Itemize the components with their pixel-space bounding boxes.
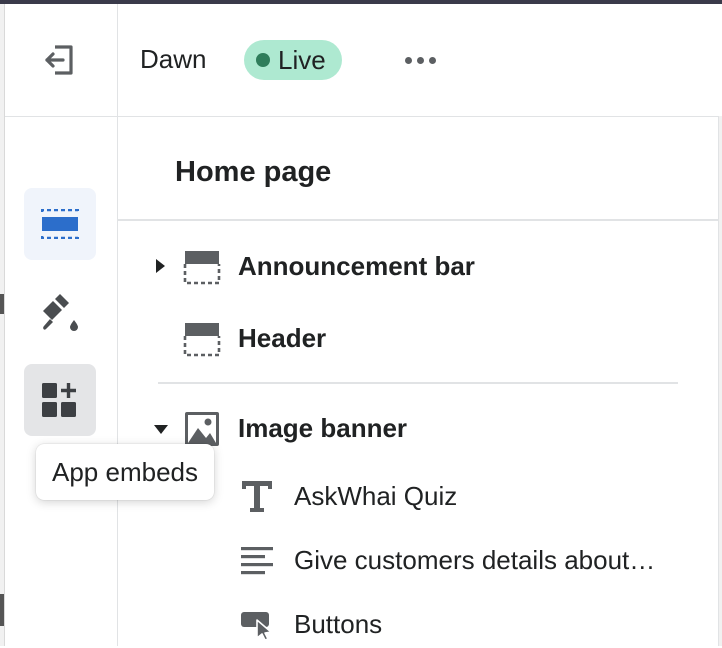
exit-icon [45,45,73,75]
title-divider [118,219,718,221]
theme-name[interactable]: Dawn [140,44,206,75]
dot [428,56,436,64]
live-dot-icon [256,53,270,67]
rail-header [5,4,117,117]
block-label: Give customers details about… [294,545,656,575]
block-askwhai-quiz[interactable]: AskWhai Quiz [150,472,710,520]
dot [416,56,424,64]
text-align-icon [241,547,273,575]
edge-mark [0,594,4,626]
image-icon [185,412,219,446]
exit-button[interactable] [41,42,77,78]
block-buttons[interactable]: Buttons [150,600,710,648]
button-cursor-icon [241,612,272,641]
section-label: Announcement bar [238,251,475,281]
section-label: Header [238,323,327,353]
collapse-caret-icon[interactable] [154,425,168,434]
section-label: Image banner [238,413,408,443]
live-status-badge: Live [244,40,342,80]
preview-edge [718,116,722,646]
sections-icon [41,209,79,239]
paint-brush-icon [43,294,78,331]
section-image-banner[interactable]: Image banner [150,404,710,452]
text-icon [242,481,272,512]
expand-caret-icon[interactable] [156,259,165,273]
section-announcement-bar[interactable]: Announcement bar [150,242,710,290]
block-label: AskWhai Quiz [294,481,458,511]
rail-item-sections[interactable] [24,188,96,260]
page-title: Home page [175,156,332,188]
header-layout-icon [183,251,221,285]
live-status-label: Live [278,44,326,75]
block-text[interactable]: Give customers details about… [150,536,710,584]
app-embeds-tooltip: App embeds [36,444,214,500]
group-divider [158,382,678,384]
app-embeds-icon [42,383,76,417]
header-layout-icon [183,323,221,357]
section-header[interactable]: Header [150,314,710,362]
dot [404,56,412,64]
rail-item-app-embeds[interactable] [24,364,96,436]
sidebar-rail [5,4,118,646]
rail-item-theme-settings[interactable] [24,276,96,348]
edge-mark [0,294,4,314]
more-actions-button[interactable] [400,48,440,72]
block-label: Buttons [294,609,383,639]
editor-topbar: Dawn Live [118,4,722,117]
